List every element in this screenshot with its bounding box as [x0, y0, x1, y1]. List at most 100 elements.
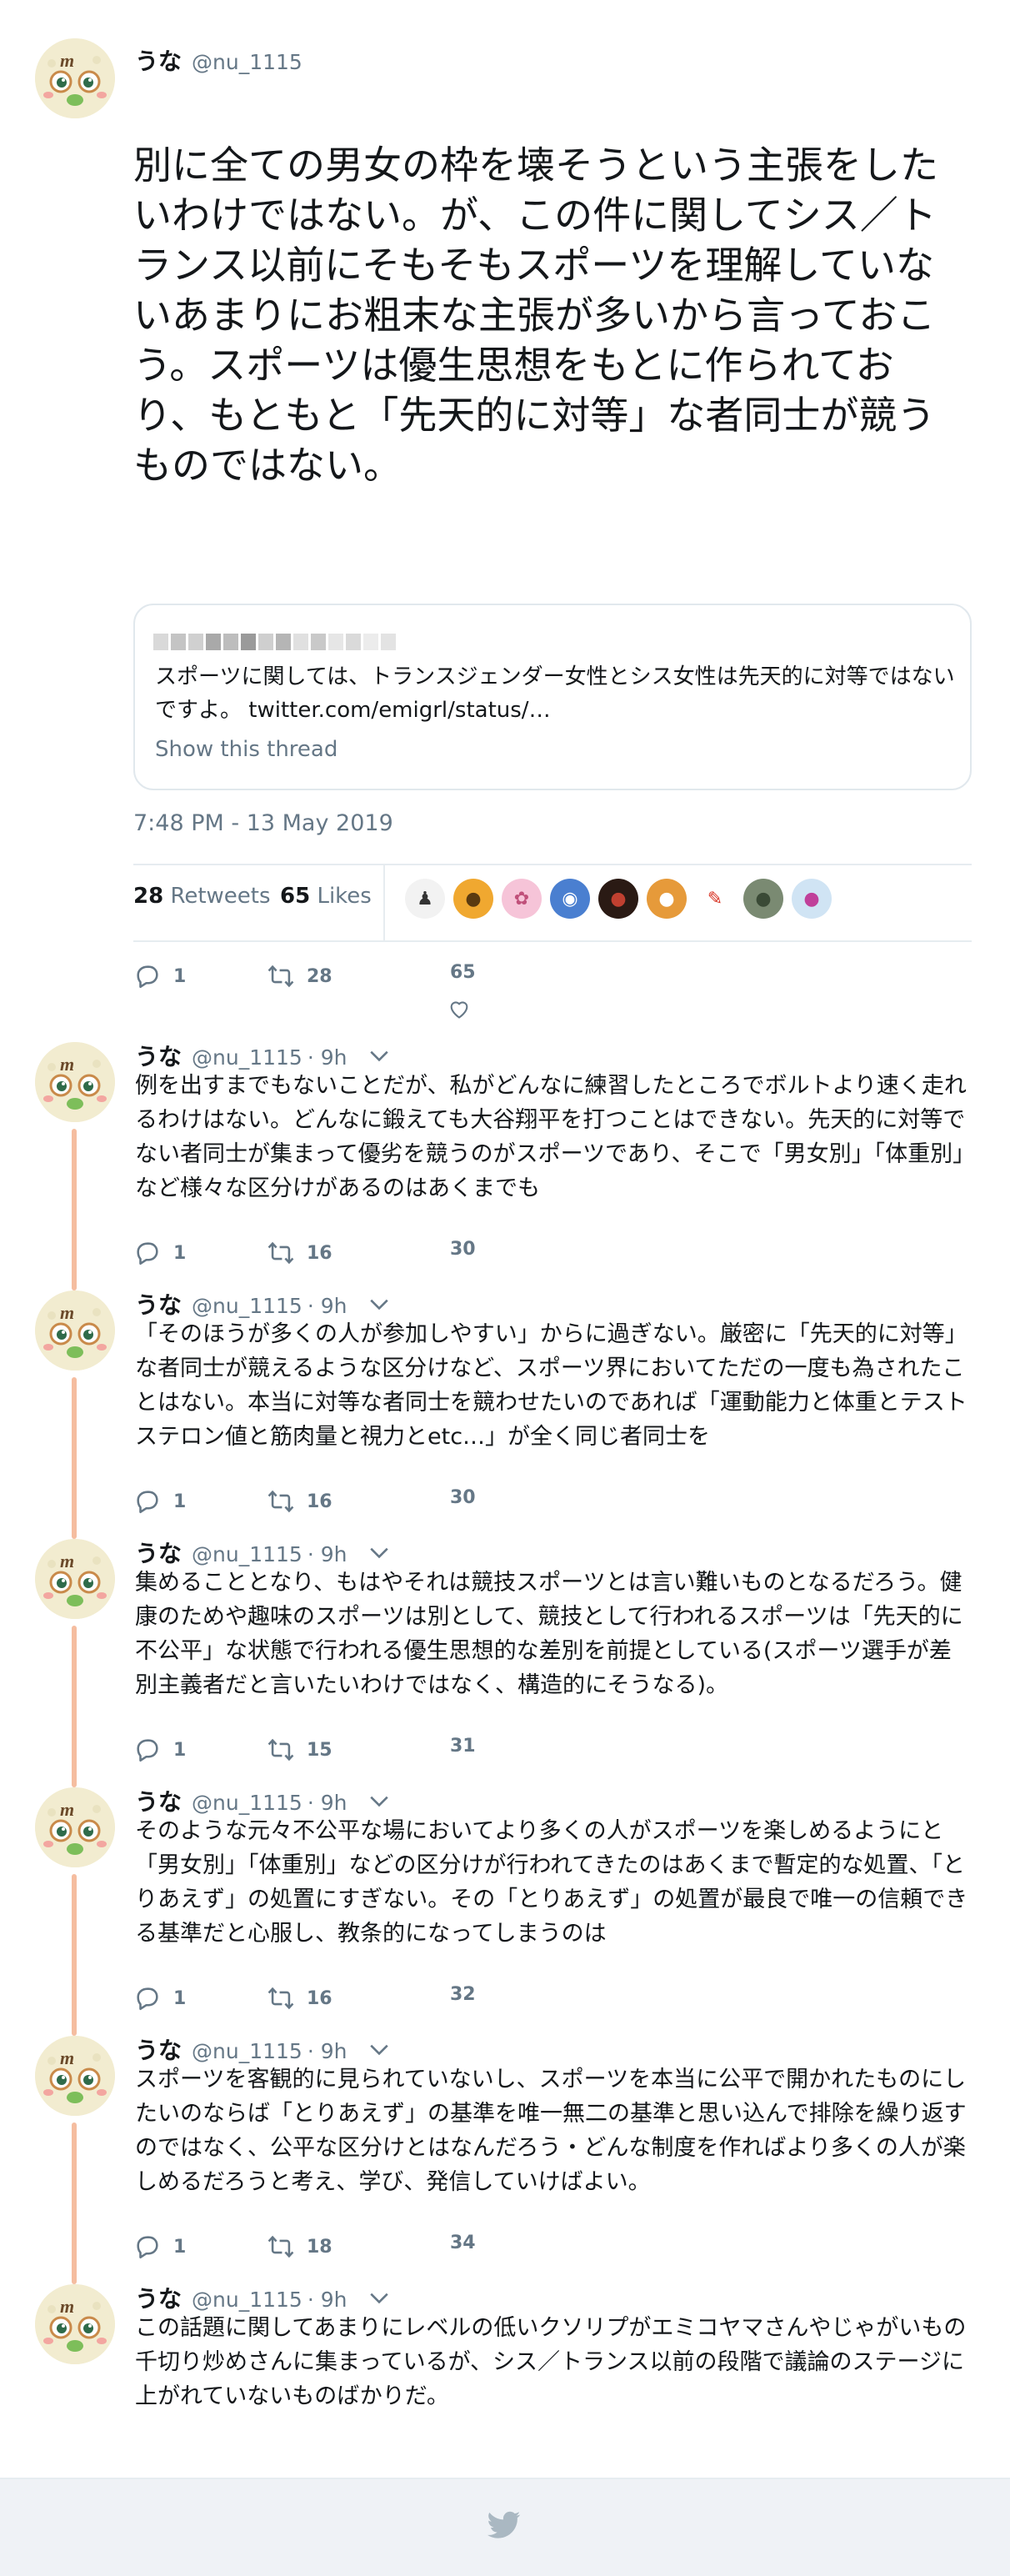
avatar[interactable]: [35, 2036, 115, 2116]
reply-count: 1: [173, 1242, 187, 1264]
tweet-text: 「そのほうが多くの人が参加しやすい」からに過ぎない。厳密に「先天的に対等」な者同…: [135, 1321, 968, 1450]
retweet-button[interactable]: 28: [267, 962, 332, 990]
tweet-time[interactable]: · 9h: [308, 2288, 348, 2312]
twitter-bird-icon[interactable]: [488, 2511, 521, 2539]
likes-label: Likes: [317, 884, 372, 909]
avatar-image: [35, 38, 115, 118]
user-handle[interactable]: @nu_1115: [192, 1045, 302, 1070]
tweet-text: 集めることとなり、もはやそれは競技スポーツとは言い難いものとなるだろう。健康のた…: [135, 1570, 963, 1698]
divider: [133, 940, 972, 942]
thread-tweet: うな @nu_1115 · 9h 「そのほうが多くの人が参加しやすい」からに過ぎ…: [0, 1287, 1010, 1539]
user-handle[interactable]: @nu_1115: [192, 2039, 302, 2063]
liker-avatar[interactable]: ●: [453, 879, 493, 919]
tweet-text: この話題に関してあまりにレベルの低いクソリプがエミコヤマさんやじゃがいもの千切り…: [135, 2315, 967, 2409]
chevron-down-icon[interactable]: [368, 1792, 390, 1809]
display-name[interactable]: うな: [135, 1287, 182, 1321]
liker-avatar[interactable]: ◉: [550, 879, 590, 919]
retweet-button[interactable]: 16: [267, 1239, 332, 1267]
liker-avatar[interactable]: ♟: [405, 879, 445, 919]
user-handle[interactable]: @nu_1115: [192, 2288, 302, 2312]
reply-button[interactable]: 1: [133, 1736, 186, 1764]
retweet-button[interactable]: 18: [267, 2233, 332, 2261]
tweet-header: うな @nu_1115: [135, 43, 302, 77]
liker-avatar[interactable]: ✿: [502, 879, 542, 919]
like-button[interactable]: 30: [450, 1239, 476, 1260]
tweet-time[interactable]: · 9h: [308, 2039, 348, 2063]
like-button[interactable]: 34: [450, 2233, 476, 2253]
tweet-header: うな @nu_1115 · 9h: [135, 1039, 390, 1072]
show-thread-link[interactable]: Show this thread: [155, 737, 338, 762]
tweet-time[interactable]: · 9h: [308, 1542, 348, 1566]
display-name[interactable]: うな: [135, 2281, 182, 2314]
like-button[interactable]: 31: [450, 1736, 476, 1757]
user-handle[interactable]: @nu_1115: [192, 1294, 302, 1318]
like-count: 30: [450, 1487, 476, 1508]
thread-tweet: うな @nu_1115 · 9h スポーツを客観的に見られていないし、スポーツを…: [0, 2032, 1010, 2284]
reply-button[interactable]: 1: [133, 1239, 186, 1267]
reply-button[interactable]: 1: [133, 1984, 186, 2012]
like-button[interactable]: 32: [450, 1984, 476, 2005]
liker-avatar[interactable]: ●: [598, 879, 638, 919]
display-name[interactable]: うな: [135, 1536, 182, 1569]
retweet-icon: [267, 1736, 295, 1764]
reply-button[interactable]: 1: [133, 1487, 186, 1516]
chevron-down-icon[interactable]: [368, 2041, 390, 2057]
retweet-button[interactable]: 16: [267, 1984, 332, 2012]
reply-button[interactable]: 1: [133, 962, 186, 990]
likes-stat[interactable]: 65 Likes: [280, 884, 372, 909]
reply-icon: [133, 2233, 162, 2261]
display-name[interactable]: うな: [135, 43, 182, 77]
chevron-down-icon[interactable]: [368, 2289, 390, 2306]
heart-icon[interactable]: [447, 997, 472, 1020]
thread-tweet: うな @nu_1115 · 9h そのような元々不公平な場においてより多くの人が…: [0, 1784, 1010, 2036]
retweets-stat[interactable]: 28 Retweets: [133, 884, 271, 909]
liker-avatar[interactable]: ✎: [695, 879, 735, 919]
avatar[interactable]: [35, 1787, 115, 1867]
quoted-tweet[interactable]: スポーツに関しては、トランスジェンダー女性とシス女性は先天的に対等ではないですよ…: [133, 604, 972, 790]
chevron-down-icon[interactable]: [368, 1544, 390, 1561]
retweet-count: 16: [307, 1987, 332, 2009]
avatar[interactable]: [35, 38, 115, 118]
thread-tweet: うな @nu_1115 · 9h 例を出すまでもないことだが、私がどんなに練習し…: [0, 1039, 1010, 1291]
user-handle[interactable]: @nu_1115: [192, 50, 302, 74]
main-tweet: うな @nu_1115 別に全ての男女の枠を壊そうという主張をしたいわけではない…: [0, 0, 1010, 1009]
likes-count: 65: [280, 884, 311, 909]
avatar[interactable]: [35, 2284, 115, 2364]
tweet-time[interactable]: · 9h: [308, 1791, 348, 1815]
like-button[interactable]: 30: [450, 1487, 476, 1508]
avatar-image: [35, 1291, 115, 1371]
liker-avatar[interactable]: ●: [743, 879, 783, 919]
avatar[interactable]: [35, 1291, 115, 1371]
display-name[interactable]: うな: [135, 2032, 182, 2066]
divider: [383, 864, 385, 940]
reply-icon: [133, 962, 162, 990]
retweet-button[interactable]: 16: [267, 1487, 332, 1516]
like-button[interactable]: 65: [450, 962, 476, 983]
display-name[interactable]: うな: [135, 1784, 182, 1817]
chevron-down-icon[interactable]: [368, 1296, 390, 1312]
tweet-text: スポーツを客観的に見られていないし、スポーツを本当に公平で開かれたものにしたいの…: [135, 2067, 967, 2195]
avatar-image: [35, 1539, 115, 1619]
avatar[interactable]: [35, 1539, 115, 1619]
user-handle[interactable]: @nu_1115: [192, 1542, 302, 1566]
liker-avatar[interactable]: ●: [792, 879, 832, 919]
avatar-image: [35, 1787, 115, 1867]
avatar-image: [35, 2284, 115, 2364]
avatar-image: [35, 2036, 115, 2116]
tweet-header: うな @nu_1115 · 9h: [135, 2281, 390, 2314]
reply-icon: [133, 1984, 162, 2012]
tweet-time[interactable]: · 9h: [308, 1045, 348, 1070]
like-count: 32: [450, 1984, 476, 2005]
engagement-stats: 28 Retweets 65 Likes ♟ ● ✿ ◉ ● ● ✎ ● ●: [133, 864, 972, 940]
reply-count: 1: [173, 1739, 187, 1761]
retweet-button[interactable]: 15: [267, 1736, 332, 1764]
tweet-time[interactable]: · 9h: [308, 1294, 348, 1318]
avatar[interactable]: [35, 1042, 115, 1122]
tweet-timestamp[interactable]: 7:48 PM - 13 May 2019: [133, 810, 393, 836]
user-handle[interactable]: @nu_1115: [192, 1791, 302, 1815]
like-count: 65: [450, 962, 476, 983]
chevron-down-icon[interactable]: [368, 1047, 390, 1064]
reply-button[interactable]: 1: [133, 2233, 186, 2261]
display-name[interactable]: うな: [135, 1039, 182, 1072]
liker-avatar[interactable]: ●: [647, 879, 687, 919]
